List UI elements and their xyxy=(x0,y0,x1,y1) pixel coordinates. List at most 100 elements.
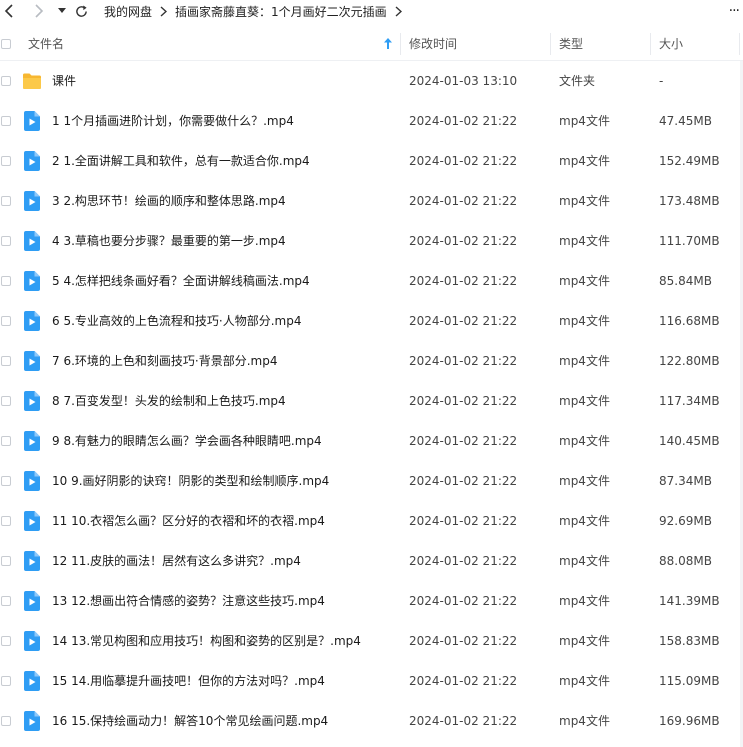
file-size: 47.45MB xyxy=(659,114,712,128)
file-name: 14 13.常见构图和应用技巧！构图和姿势的区别是？.mp4 xyxy=(52,634,361,648)
file-modified-date: 2024-01-02 21:22 xyxy=(409,634,518,648)
file-type: mp4文件 xyxy=(559,594,610,608)
row-checkbox[interactable] xyxy=(1,556,11,566)
file-name: 11 10.衣褶怎么画？区分好的衣褶和坏的衣褶.mp4 xyxy=(52,514,325,528)
file-type: 文件夹 xyxy=(559,74,596,88)
file-modified-date: 2024-01-02 21:22 xyxy=(409,594,518,608)
video-file-icon xyxy=(24,471,42,491)
file-row[interactable]: 10 9.画好阴影的诀窍！阴影的类型和绘制顺序.mp4 2024-01-02 21… xyxy=(0,461,743,501)
file-modified-date: 2024-01-02 21:22 xyxy=(409,474,518,488)
file-name: 4 3.草稿也要分步骤？最重要的第一步.mp4 xyxy=(52,234,286,248)
chevron-left-icon xyxy=(4,4,13,18)
file-type: mp4文件 xyxy=(559,234,610,248)
file-name: 5 4.怎样把线条画好看？全面讲解线稿画法.mp4 xyxy=(52,274,310,288)
row-checkbox[interactable] xyxy=(1,396,11,406)
file-size: 92.69MB xyxy=(659,514,712,528)
breadcrumb: 我的网盘 插画家斋藤直葵：1个月画好二次元插画 xyxy=(104,3,410,20)
chevron-right-icon xyxy=(35,4,44,18)
file-type: mp4文件 xyxy=(559,154,610,168)
file-size: 152.49MB xyxy=(659,154,720,168)
file-row[interactable]: 12 11.皮肤的画法！居然有这么多讲究？.mp4 2024-01-02 21:2… xyxy=(0,541,743,581)
folder-row[interactable]: 课件 2024-01-03 13:10 文件夹 - xyxy=(0,61,743,101)
file-size: 87.34MB xyxy=(659,474,712,488)
file-type: mp4文件 xyxy=(559,114,610,128)
forward-button[interactable] xyxy=(30,0,48,22)
file-row[interactable]: 8 7.百变发型！头发的绘制和上色技巧.mp4 2024-01-02 21:22 m… xyxy=(0,381,743,421)
file-row[interactable]: 6 5.专业高效的上色流程和技巧·人物部分.mp4 2024-01-02 21:2… xyxy=(0,301,743,341)
file-modified-date: 2024-01-02 21:22 xyxy=(409,354,518,368)
file-modified-date: 2024-01-02 21:22 xyxy=(409,274,518,288)
file-modified-date: 2024-01-03 13:10 xyxy=(409,74,518,88)
row-checkbox[interactable] xyxy=(1,316,11,326)
file-size: 173.48MB xyxy=(659,194,720,208)
breadcrumb-root[interactable]: 我的网盘 xyxy=(104,3,152,20)
file-name: 10 9.画好阴影的诀窍！阴影的类型和绘制顺序.mp4 xyxy=(52,474,330,488)
breadcrumb-expand-icon[interactable] xyxy=(395,5,402,17)
video-file-icon xyxy=(24,711,42,731)
row-checkbox[interactable] xyxy=(1,676,11,686)
back-button[interactable] xyxy=(0,0,18,22)
row-checkbox[interactable] xyxy=(1,516,11,526)
row-checkbox[interactable] xyxy=(1,156,11,166)
column-header-size[interactable]: 大小 xyxy=(659,27,683,61)
row-checkbox[interactable] xyxy=(1,716,11,726)
file-row[interactable]: 1 1个月插画进阶计划，你需要做什么？.mp4 2024-01-02 21:22 m… xyxy=(0,101,743,141)
column-divider[interactable] xyxy=(400,33,401,55)
file-name: 15 14.用临摹提升画技吧！但你的方法对吗？.mp4 xyxy=(52,674,325,688)
sort-ascending-icon[interactable] xyxy=(384,38,392,52)
history-dropdown-button[interactable] xyxy=(56,0,68,22)
row-checkbox[interactable] xyxy=(1,356,11,366)
file-row[interactable]: 9 8.有魅力的眼睛怎么画？学会画各种眼睛吧.mp4 2024-01-02 21:… xyxy=(0,421,743,461)
file-row[interactable]: 4 3.草稿也要分步骤？最重要的第一步.mp4 2024-01-02 21:22 m… xyxy=(0,221,743,261)
file-size: 88.08MB xyxy=(659,554,712,568)
file-row[interactable]: 7 6.环境的上色和刻画技巧·背景部分.mp4 2024-01-02 21:22 m… xyxy=(0,341,743,381)
row-checkbox[interactable] xyxy=(1,236,11,246)
file-row[interactable]: 13 12.想画出符合情感的姿势？注意这些技巧.mp4 2024-01-02 21… xyxy=(0,581,743,621)
file-name: 1 1个月插画进阶计划，你需要做什么？.mp4 xyxy=(52,114,294,128)
breadcrumb-current-folder[interactable]: 插画家斋藤直葵：1个月画好二次元插画 xyxy=(175,3,387,20)
navigation-toolbar: 我的网盘 插画家斋藤直葵：1个月画好二次元插画 ··· xyxy=(0,0,743,22)
row-checkbox[interactable] xyxy=(1,596,11,606)
file-row[interactable]: 15 14.用临摹提升画技吧！但你的方法对吗？.mp4 2024-01-02 21… xyxy=(0,661,743,701)
file-name: 16 15.保持绘画动力！解答10个常见绘画问题.mp4 xyxy=(52,714,329,728)
row-checkbox[interactable] xyxy=(1,636,11,646)
video-file-icon xyxy=(24,151,42,171)
file-name: 3 2.构思环节！绘画的顺序和整体思路.mp4 xyxy=(52,194,286,208)
file-type: mp4文件 xyxy=(559,314,610,328)
file-size: 169.96MB xyxy=(659,714,720,728)
column-divider[interactable] xyxy=(650,33,651,55)
file-name: 12 11.皮肤的画法！居然有这么多讲究？.mp4 xyxy=(52,554,301,568)
file-row[interactable]: 16 15.保持绘画动力！解答10个常见绘画问题.mp4 2024-01-02 2… xyxy=(0,701,743,741)
file-modified-date: 2024-01-02 21:22 xyxy=(409,314,518,328)
file-type: mp4文件 xyxy=(559,474,610,488)
more-options-button[interactable]: ··· xyxy=(729,0,740,22)
column-header-date[interactable]: 修改时间 xyxy=(409,27,457,61)
file-type: mp4文件 xyxy=(559,634,610,648)
refresh-icon xyxy=(75,4,87,17)
refresh-button[interactable] xyxy=(72,0,90,22)
file-name: 2 1.全面讲解工具和软件，总有一款适合你.mp4 xyxy=(52,154,310,168)
file-modified-date: 2024-01-02 21:22 xyxy=(409,514,518,528)
row-checkbox[interactable] xyxy=(1,196,11,206)
file-type: mp4文件 xyxy=(559,354,610,368)
video-file-icon xyxy=(24,351,42,371)
file-modified-date: 2024-01-02 21:22 xyxy=(409,554,518,568)
video-file-icon xyxy=(24,111,42,131)
file-type: mp4文件 xyxy=(559,554,610,568)
file-row[interactable]: 3 2.构思环节！绘画的顺序和整体思路.mp4 2024-01-02 21:22 m… xyxy=(0,181,743,221)
column-divider[interactable] xyxy=(550,33,551,55)
file-row[interactable]: 5 4.怎样把线条画好看？全面讲解线稿画法.mp4 2024-01-02 21:2… xyxy=(0,261,743,301)
row-checkbox[interactable] xyxy=(1,476,11,486)
file-row[interactable]: 11 10.衣褶怎么画？区分好的衣褶和坏的衣褶.mp4 2024-01-02 21… xyxy=(0,501,743,541)
row-checkbox[interactable] xyxy=(1,116,11,126)
column-divider[interactable] xyxy=(739,33,740,55)
file-row[interactable]: 14 13.常见构图和应用技巧！构图和姿势的区别是？.mp4 2024-01-02… xyxy=(0,621,743,661)
column-header-type[interactable]: 类型 xyxy=(559,27,583,61)
file-modified-date: 2024-01-02 21:22 xyxy=(409,674,518,688)
row-checkbox[interactable] xyxy=(1,76,11,86)
row-checkbox[interactable] xyxy=(1,436,11,446)
column-header-name[interactable]: 文件名 xyxy=(28,27,398,61)
file-row[interactable]: 2 1.全面讲解工具和软件，总有一款适合你.mp4 2024-01-02 21:2… xyxy=(0,141,743,181)
row-checkbox[interactable] xyxy=(1,276,11,286)
select-all-checkbox[interactable] xyxy=(1,39,11,49)
